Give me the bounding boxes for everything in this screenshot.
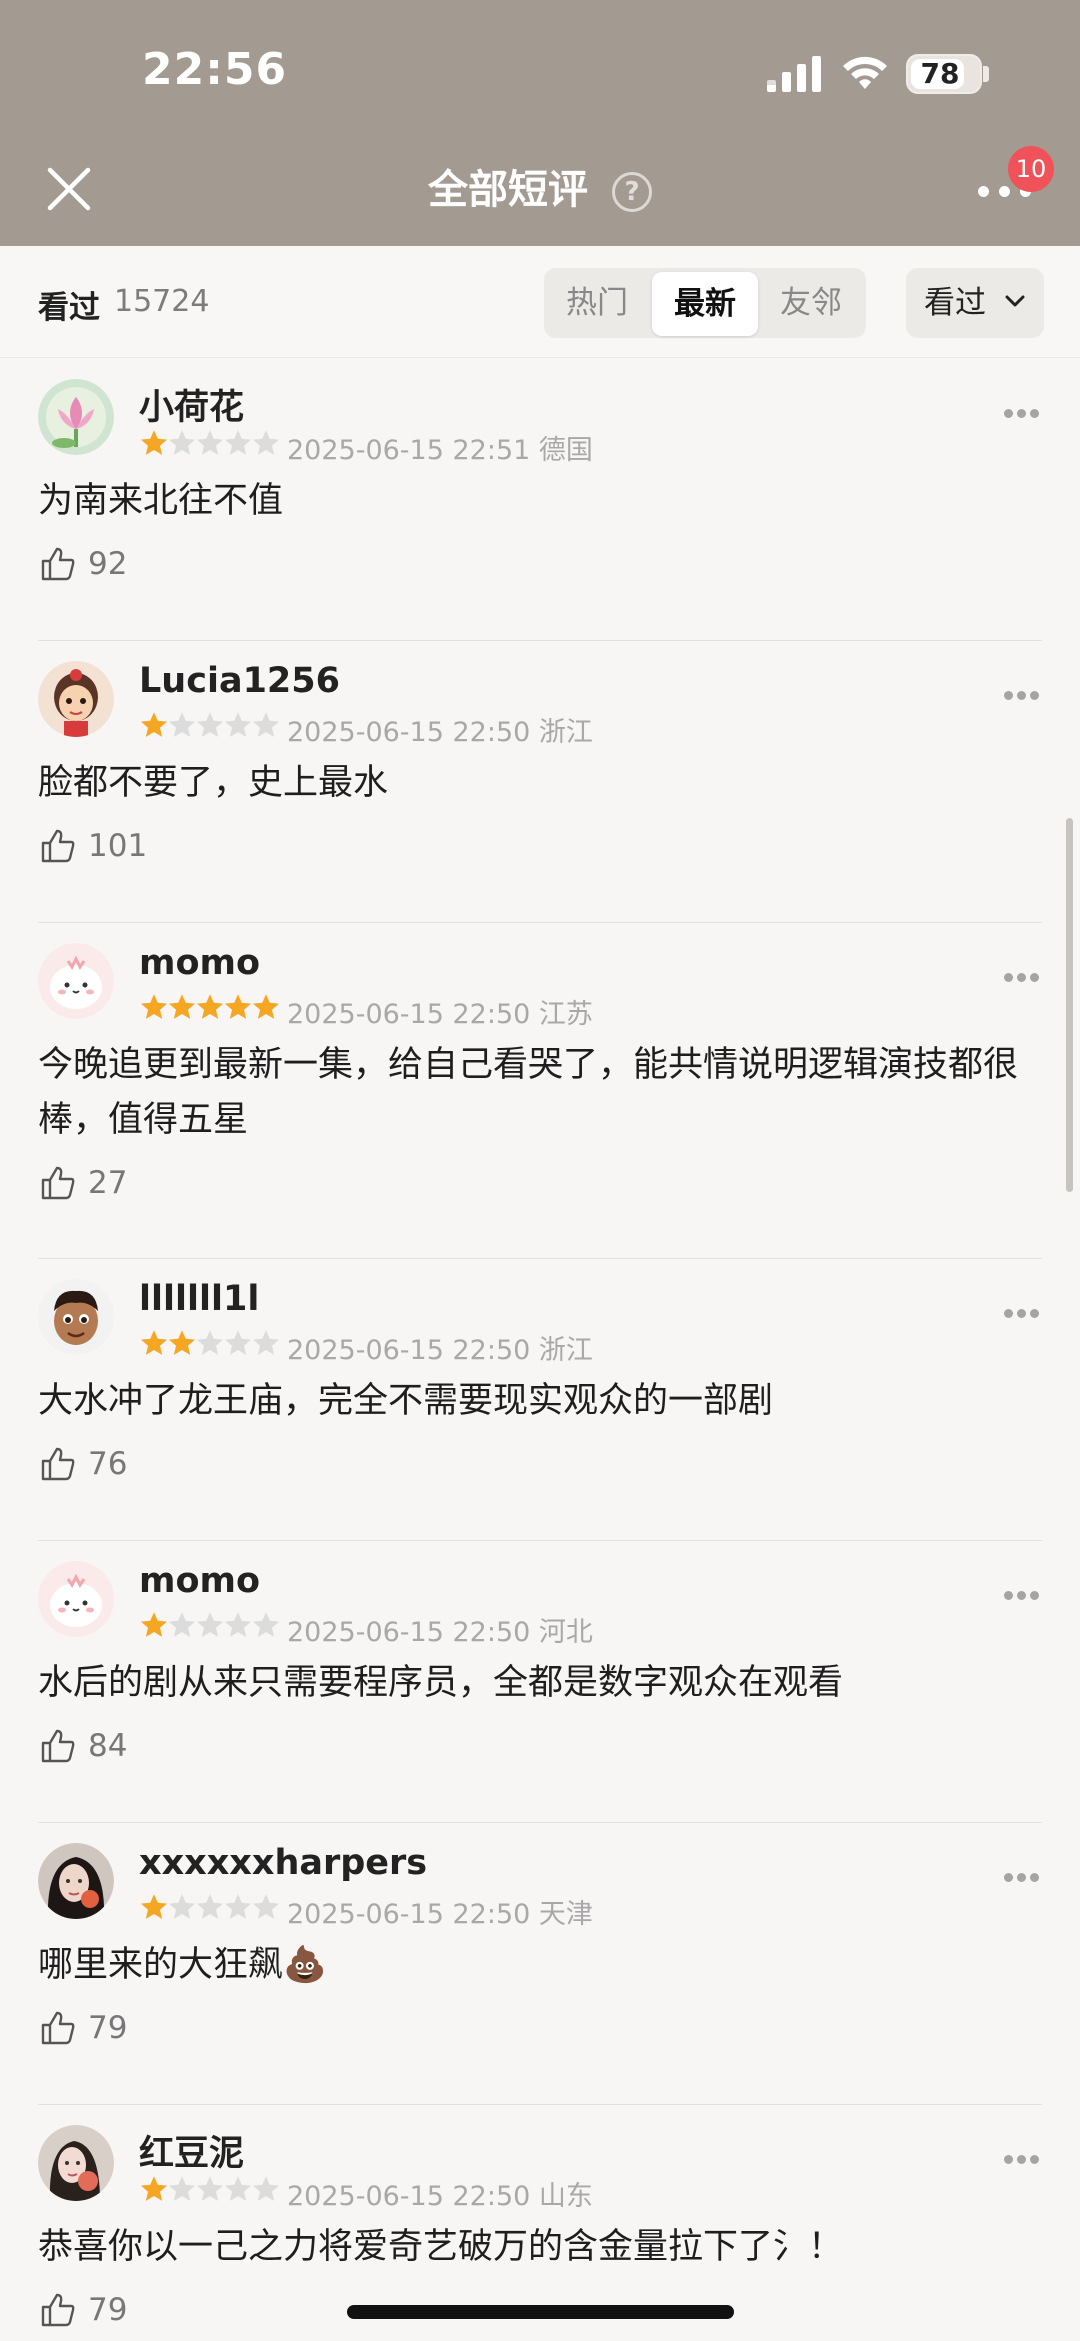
star-rating	[139, 1892, 279, 1922]
more-options-icon[interactable]	[1004, 973, 1040, 983]
more-options-icon[interactable]	[1004, 1873, 1040, 1883]
top-bar: 22:56 78 全部短评 ? 10	[0, 0, 1080, 246]
star-rating	[139, 1328, 279, 1358]
review-text: 哪里来的大狂飙💩	[38, 1945, 327, 1985]
review-item[interactable]: lllllll1l 2025-06-15 22:50 浙江大水冲了龙王庙，完全不需…	[0, 1259, 1080, 1541]
like-count: 92	[88, 546, 128, 582]
review-meta: 2025-06-15 22:50 浙江	[287, 1328, 593, 1367]
review-item[interactable]: 小荷花 2025-06-15 22:51 德国 为南来北往不值 92	[0, 359, 1080, 641]
tab-friends[interactable]: 友邻	[758, 268, 864, 338]
like-count: 84	[88, 1728, 128, 1764]
avatar[interactable]	[38, 1279, 114, 1355]
review-location: 浙江	[538, 1335, 593, 1366]
like-button[interactable]: 84	[40, 1726, 180, 1770]
like-button[interactable]: 79	[40, 2290, 180, 2334]
like-count: 76	[88, 1446, 128, 1482]
battery-percent: 78	[920, 57, 960, 90]
review-meta: 2025-06-15 22:50 天津	[287, 1892, 593, 1931]
review-date: 2025-06-15 22:50	[287, 999, 531, 1030]
page-title: 全部短评	[428, 167, 588, 213]
battery-indicator: 78	[906, 54, 982, 94]
notification-badge: 10	[1008, 146, 1054, 192]
user-name[interactable]: lllllll1l	[139, 1279, 259, 1319]
more-options-icon[interactable]	[1004, 409, 1040, 419]
review-date: 2025-06-15 22:50	[287, 1899, 531, 1930]
scrollbar[interactable]	[1066, 818, 1073, 1192]
star-rating	[139, 710, 279, 740]
review-item[interactable]: momo 2025-06-15 22:50 河北水后的剧从来只需要程序员，全都是数…	[0, 1541, 1080, 1823]
more-options-icon[interactable]	[1004, 1591, 1040, 1601]
user-name[interactable]: momo	[139, 1561, 260, 1601]
review-item[interactable]: Lucia1256 2025-06-15 22:50 浙江脸都不要了，史上最水 10…	[0, 641, 1080, 923]
review-date: 2025-06-15 22:50	[287, 717, 531, 748]
question-circle-icon[interactable]: ?	[612, 172, 652, 212]
review-text: 为南来北往不值	[38, 481, 284, 521]
avatar[interactable]	[38, 1843, 114, 1919]
tab-hot[interactable]: 热门	[544, 268, 650, 338]
avatar[interactable]	[38, 379, 114, 455]
review-location: 山东	[538, 2181, 593, 2212]
review-item[interactable]: momo 2025-06-15 22:50 江苏今晚追更到最新一集，给自己看哭了，…	[0, 923, 1080, 1259]
review-text: 今晚追更到最新一集，给自己看哭了，能共情说明逻辑演技都很棒，值得五星	[38, 1045, 1019, 1140]
review-date: 2025-06-15 22:51	[287, 435, 531, 466]
user-name[interactable]: xxxxxxharpers	[139, 1843, 427, 1883]
review-meta: 2025-06-15 22:50 河北	[287, 1610, 593, 1649]
status-time: 22:56	[142, 44, 288, 95]
like-count: 101	[88, 828, 148, 864]
review-location: 天津	[538, 1899, 593, 1930]
review-date: 2025-06-15 22:50	[287, 1617, 531, 1648]
review-date: 2025-06-15 22:50	[287, 2181, 531, 2212]
more-options-icon[interactable]	[1004, 691, 1040, 701]
avatar[interactable]	[38, 943, 114, 1019]
star-rating	[139, 1610, 279, 1640]
avatar[interactable]	[38, 2125, 114, 2201]
close-icon[interactable]	[46, 166, 92, 212]
home-indicator[interactable]	[347, 2305, 734, 2319]
review-item[interactable]: xxxxxxharpers 2025-06-15 22:50 天津哪里来的大狂飙💩…	[0, 1823, 1080, 2105]
review-location: 河北	[538, 1617, 593, 1648]
seen-filter-dropdown[interactable]: 看过	[906, 268, 1044, 338]
battery-tip	[983, 66, 989, 82]
review-text: 大水冲了龙王庙，完全不需要现实观众的一部剧	[38, 1381, 774, 1421]
user-name[interactable]: Lucia1256	[139, 661, 340, 701]
sort-tabs: 热门 最新 友邻	[544, 268, 866, 338]
chevron-down-icon	[1005, 295, 1025, 307]
avatar[interactable]	[38, 1561, 114, 1637]
review-location: 浙江	[538, 717, 593, 748]
like-button[interactable]: 27	[40, 1163, 180, 1207]
review-meta: 2025-06-15 22:51 德国	[287, 428, 593, 467]
like-button[interactable]: 92	[40, 544, 180, 588]
like-count: 79	[88, 2010, 128, 2046]
like-count: 27	[88, 1165, 128, 1201]
review-location: 江苏	[538, 999, 593, 1030]
review-meta: 2025-06-15 22:50 江苏	[287, 992, 593, 1031]
review-meta: 2025-06-15 22:50 浙江	[287, 710, 593, 749]
review-date: 2025-06-15 22:50	[287, 1335, 531, 1366]
review-location: 德国	[538, 435, 593, 466]
seen-label: 看过	[38, 290, 100, 326]
star-rating	[139, 2174, 279, 2204]
more-options-icon[interactable]	[1004, 1309, 1040, 1319]
avatar[interactable]	[38, 661, 114, 737]
like-count: 79	[88, 2292, 128, 2328]
review-text: 水后的剧从来只需要程序员，全都是数字观众在观看	[38, 1663, 844, 1703]
filter-bar: 看过 15724 热门 最新 友邻 看过	[0, 246, 1080, 358]
dropdown-label: 看过	[924, 285, 986, 321]
review-text: 恭喜你以一己之力将爱奇艺破万的含金量拉下了氵！	[38, 2227, 844, 2267]
like-button[interactable]: 76	[40, 1444, 180, 1488]
like-button[interactable]: 79	[40, 2008, 180, 2052]
more-options-icon[interactable]	[1004, 2155, 1040, 2165]
tab-latest[interactable]: 最新	[652, 272, 758, 336]
review-text: 脸都不要了，史上最水	[38, 763, 389, 803]
seen-count: 15724	[114, 284, 210, 319]
star-rating	[139, 992, 279, 1022]
wifi-icon	[843, 56, 887, 89]
user-name[interactable]: momo	[139, 943, 260, 983]
cellular-signal-icon	[767, 56, 821, 92]
like-button[interactable]: 101	[40, 826, 180, 870]
user-name[interactable]: 红豆泥	[139, 2125, 244, 2176]
star-rating	[139, 428, 279, 458]
user-name[interactable]: 小荷花	[139, 379, 244, 430]
review-meta: 2025-06-15 22:50 山东	[287, 2174, 593, 2213]
